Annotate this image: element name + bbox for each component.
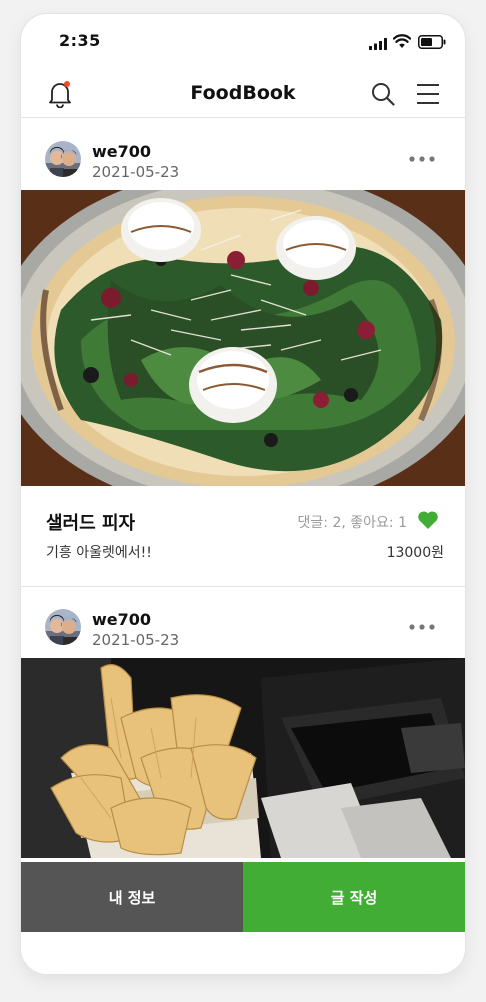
post-description: 기흥 아울렛에서!! — [46, 545, 152, 561]
heart-icon[interactable] — [417, 510, 439, 530]
avatar-photo — [45, 141, 81, 177]
more-options-icon[interactable] — [407, 154, 437, 164]
post-card[interactable]: we700 2021-05-23 — [21, 119, 465, 587]
username[interactable]: we700 — [92, 142, 151, 161]
post-header: we700 2021-05-23 — [21, 587, 465, 658]
salad-pizza-photo[interactable] — [21, 190, 465, 486]
feed[interactable]: we700 2021-05-23 샐러드 피자 댓글: 2, 좋아요: 1 기흥… — [21, 119, 465, 858]
tortilla-chips-photo[interactable] — [21, 658, 465, 858]
hamburger-menu-icon — [417, 84, 439, 104]
home-indicator-area — [21, 932, 465, 974]
post-date: 2021-05-23 — [92, 163, 180, 181]
post-info: 샐러드 피자 댓글: 2, 좋아요: 1 기흥 아울렛에서!! 13000원 — [21, 486, 465, 587]
phone-frame: 2:35 FoodBook we700 2021-05-23 샐러드 피자 댓글… — [21, 14, 465, 974]
my-info-button[interactable]: 내 정보 — [21, 862, 243, 932]
post-title[interactable]: 샐러드 피자 — [46, 509, 135, 535]
status-time: 2:35 — [59, 31, 101, 50]
app-header: FoodBook — [21, 70, 465, 118]
status-bar: 2:35 — [21, 14, 465, 70]
post-card[interactable]: we700 2021-05-23 — [21, 587, 465, 858]
more-options-icon[interactable] — [407, 622, 437, 632]
avatar[interactable] — [45, 609, 81, 645]
menu-button[interactable] — [416, 82, 440, 106]
write-post-button[interactable]: 글 작성 — [243, 862, 465, 932]
wifi-icon — [393, 34, 411, 48]
post-stats: 댓글: 2, 좋아요: 1 — [297, 515, 407, 531]
app-title: FoodBook — [190, 82, 296, 104]
post-price: 13000원 — [386, 545, 444, 561]
battery-icon — [418, 35, 446, 49]
avatar-photo — [45, 609, 81, 645]
post-header: we700 2021-05-23 — [21, 119, 465, 190]
bottom-action-bar: 내 정보 글 작성 — [21, 862, 465, 932]
username[interactable]: we700 — [92, 610, 151, 629]
search-button[interactable] — [371, 82, 395, 106]
avatar[interactable] — [45, 141, 81, 177]
search-icon — [372, 83, 395, 106]
cellular-signal-icon — [369, 38, 387, 50]
post-date: 2021-05-23 — [92, 631, 180, 649]
